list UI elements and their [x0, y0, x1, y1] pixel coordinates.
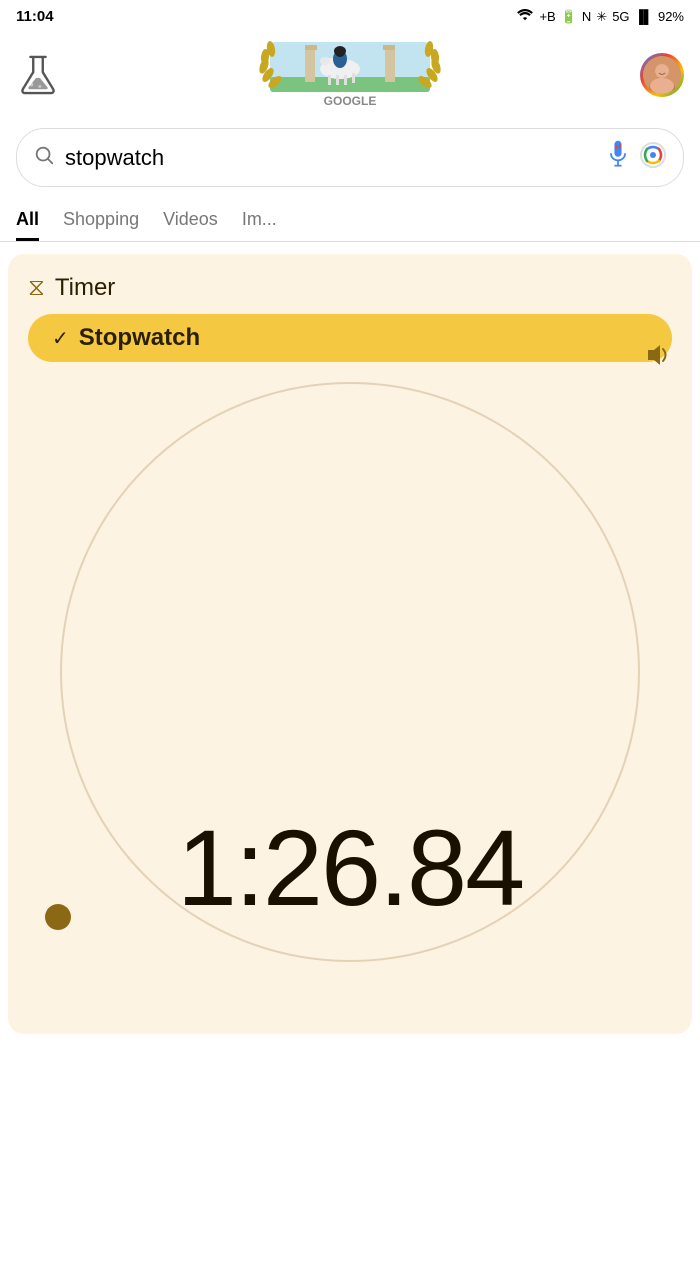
time-value: 1:26.84	[177, 814, 523, 922]
stopwatch-widget: ⧖ Timer ✓ Stopwatch 1:26.84	[8, 254, 692, 1034]
stopwatch-time-display: 1:26.84	[30, 814, 670, 922]
nfc-label: N	[582, 9, 591, 24]
timer-tab[interactable]: ⧖ Timer	[28, 274, 672, 302]
search-bar[interactable]: stopwatch	[16, 128, 684, 187]
signal-icon: ▐▌	[635, 9, 653, 24]
tab-videos[interactable]: Videos	[163, 199, 218, 241]
progress-dot	[45, 904, 71, 930]
google-doodle[interactable]: GOOGLE	[60, 37, 640, 112]
search-query-text: stopwatch	[65, 145, 597, 171]
search-tabs: All Shopping Videos Im...	[0, 199, 700, 242]
tab-shopping[interactable]: Shopping	[63, 199, 139, 241]
bluetooth-icon: ✳	[596, 9, 607, 25]
google-lens-icon[interactable]	[639, 141, 667, 174]
status-bar: 11:04 +B 🔋 N ✳ 5G ▐▌ 92%	[0, 0, 700, 29]
carrier-label: +B	[539, 9, 555, 24]
sound-icon[interactable]	[646, 344, 672, 372]
status-right-icons: +B 🔋 N ✳ 5G ▐▌ 92%	[516, 8, 684, 25]
search-icon	[33, 144, 55, 171]
voice-search-icon[interactable]	[607, 139, 629, 176]
check-icon: ✓	[52, 326, 69, 351]
tab-images[interactable]: Im...	[242, 199, 277, 241]
fiveg-label: 5G	[612, 9, 629, 24]
widget-header: ⧖ Timer ✓ Stopwatch	[28, 274, 672, 362]
lab-icon[interactable]	[16, 53, 60, 97]
wifi-icon	[516, 8, 534, 25]
profile-image	[643, 56, 681, 94]
tab-all[interactable]: All	[16, 199, 39, 241]
search-bar-container: stopwatch	[0, 120, 700, 199]
timer-icon: ⧖	[28, 274, 45, 302]
stopwatch-tab[interactable]: ✓ Stopwatch	[28, 314, 672, 362]
stopwatch-label: Stopwatch	[79, 324, 200, 352]
svg-text:GOOGLE: GOOGLE	[324, 94, 377, 108]
profile-avatar[interactable]	[640, 53, 684, 97]
battery-icon: 🔋	[561, 9, 577, 25]
app-header: GOOGLE	[0, 29, 700, 120]
timer-label: Timer	[55, 274, 115, 302]
status-time: 11:04	[16, 8, 54, 25]
clock-container: 1:26.84	[60, 382, 640, 962]
battery-percent: 92%	[658, 9, 684, 24]
